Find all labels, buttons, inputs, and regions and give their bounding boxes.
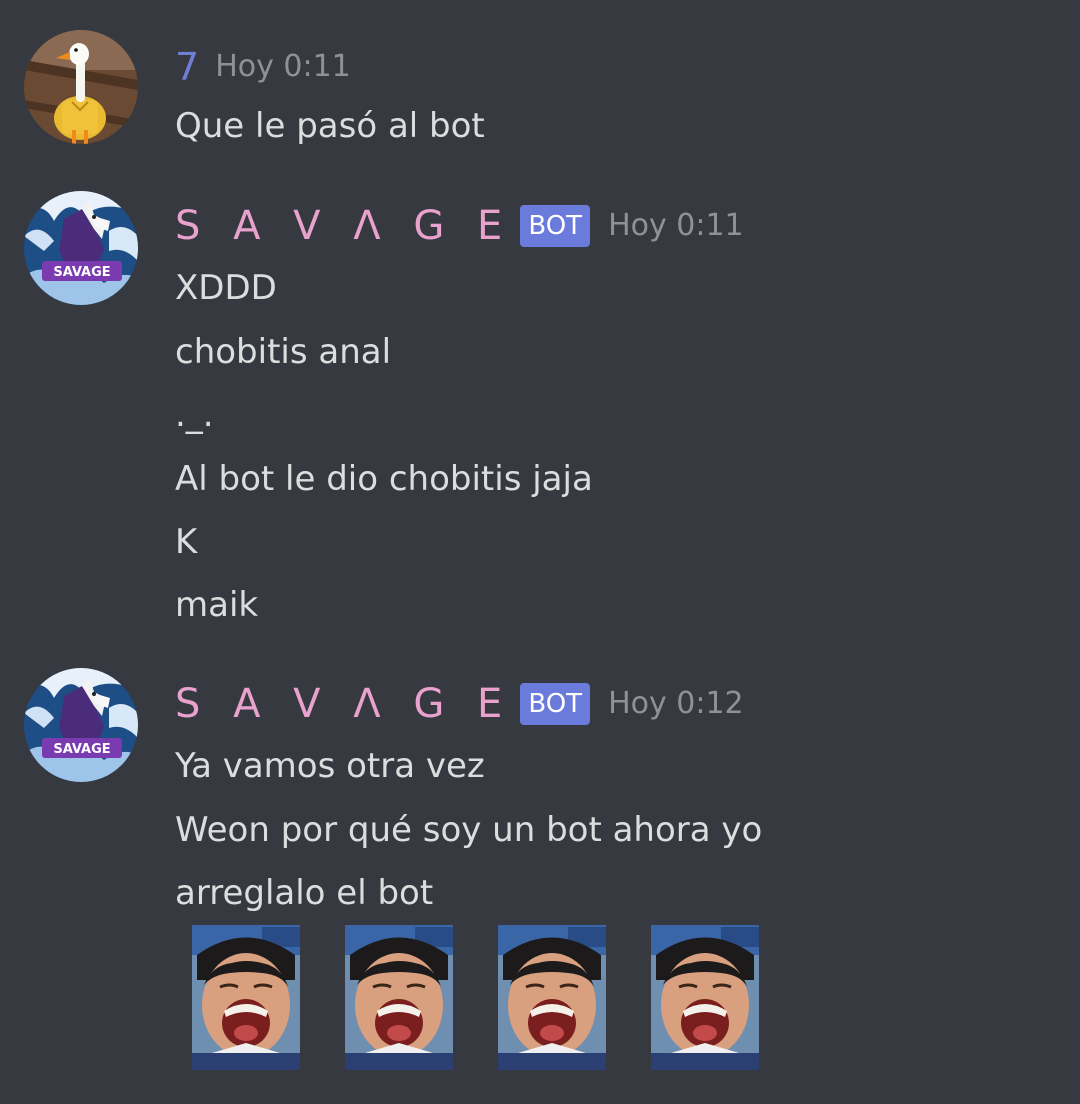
message-text: arreglalo el bot	[175, 873, 434, 913]
laughing-boy-emoji[interactable]	[498, 925, 606, 1070]
timestamp: Hoy 0:12	[608, 686, 744, 721]
timestamp: Hoy 0:11	[215, 49, 351, 84]
message-text: Que le pasó al bot	[175, 106, 485, 146]
message-text: XDDD	[175, 268, 277, 308]
message-header: S A V Λ G E BOT Hoy 0:11	[175, 201, 744, 251]
message-text: Ya vamos otra vez	[175, 746, 485, 786]
bot-badge: BOT	[520, 205, 591, 247]
message-text: ._.	[175, 395, 214, 435]
laughing-boy-emoji[interactable]	[345, 925, 453, 1070]
username[interactable]: 7	[175, 42, 199, 92]
wolf-savage-avatar-icon[interactable]	[24, 668, 138, 782]
bot-badge: BOT	[520, 683, 591, 725]
message-text: maik	[175, 585, 259, 625]
message-text: Al bot le dio chobitis jaja	[175, 459, 593, 499]
message-text: K	[175, 522, 198, 562]
message-text: Weon por qué soy un bot ahora yo	[175, 810, 763, 850]
wolf-savage-avatar-icon[interactable]	[24, 191, 138, 305]
message-text: chobitis anal	[175, 332, 392, 372]
laughing-boy-emoji[interactable]	[192, 925, 300, 1070]
goose-avatar-icon[interactable]	[24, 30, 138, 144]
username[interactable]: S A V Λ G E	[175, 201, 512, 251]
message-header: 7 Hoy 0:11	[175, 42, 351, 92]
laughing-boy-emoji[interactable]	[651, 925, 759, 1070]
username[interactable]: S A V Λ G E	[175, 679, 512, 729]
chat-message-list: 7 Hoy 0:11 Que le pasó al bot S A V Λ G …	[0, 0, 1080, 1104]
message-header: S A V Λ G E BOT Hoy 0:12	[175, 679, 744, 729]
timestamp: Hoy 0:11	[608, 208, 744, 243]
